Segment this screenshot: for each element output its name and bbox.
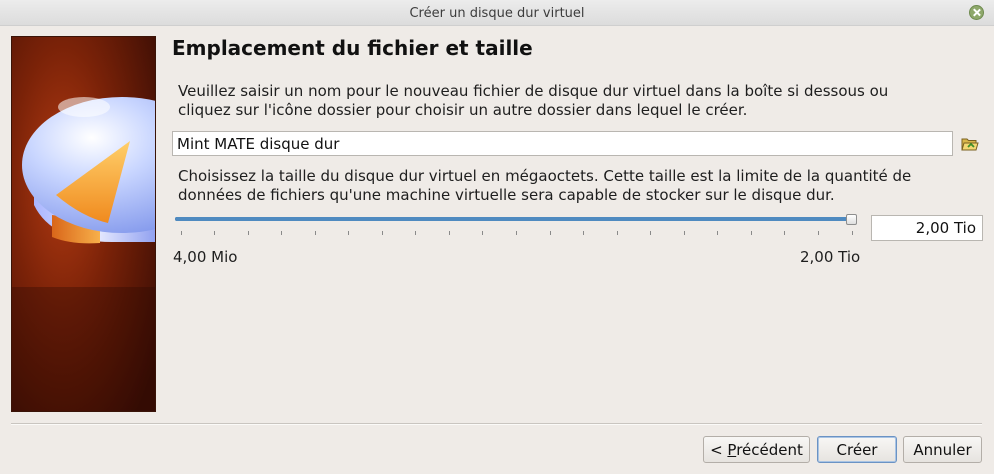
- slider-tick: [214, 231, 216, 235]
- slider-tick: [381, 231, 383, 235]
- slider-tick: [817, 231, 819, 235]
- banner-image: [11, 36, 156, 412]
- size-description-line1: Choisissez la taille du disque dur virtu…: [178, 167, 912, 185]
- folder-open-icon[interactable]: [961, 136, 979, 152]
- size-input[interactable]: [871, 215, 983, 241]
- slider-handle[interactable]: [846, 214, 857, 225]
- size-slider[interactable]: [173, 212, 863, 238]
- slider-tick: [750, 231, 752, 235]
- file-name-input[interactable]: [172, 131, 953, 156]
- slider-tick: [348, 231, 350, 235]
- page-heading: Emplacement du fichier et taille: [172, 36, 533, 60]
- slider-tick: [784, 231, 786, 235]
- slider-tick: [650, 231, 652, 235]
- slider-tick: [482, 231, 484, 235]
- slider-tick: [448, 231, 450, 235]
- size-description-line2: données de fichiers qu'une machine virtu…: [178, 186, 835, 204]
- location-description-line2: cliquez sur l'icône dossier pour choisir…: [178, 101, 748, 119]
- window-title: Créer un disque dur virtuel: [409, 6, 585, 21]
- cancel-button[interactable]: Annuler: [903, 436, 982, 463]
- back-button[interactable]: < Précédent: [703, 436, 810, 463]
- slider-tick: [683, 231, 685, 235]
- slider-tick: [851, 231, 853, 235]
- back-button-prefix: <: [710, 440, 728, 459]
- location-description: Veuillez saisir un nom pour le nouveau f…: [178, 82, 888, 120]
- hard-disk-illustration: [12, 37, 155, 411]
- size-max-label: 2,00 Tio: [800, 248, 861, 266]
- location-description-line1: Veuillez saisir un nom pour le nouveau f…: [178, 82, 889, 100]
- close-icon[interactable]: [969, 5, 984, 20]
- slider-tick: [314, 231, 316, 235]
- slider-fill: [175, 217, 852, 221]
- slider-tick: [717, 231, 719, 235]
- slider-tick: [583, 231, 585, 235]
- back-button-mnemonic: P: [727, 440, 737, 459]
- slider-tick: [247, 231, 249, 235]
- slider-tick: [516, 231, 517, 235]
- slider-tick: [415, 231, 417, 235]
- create-button[interactable]: Créer: [817, 436, 897, 463]
- slider-tick: [180, 231, 182, 235]
- footer-separator: [11, 423, 982, 425]
- back-button-rest: récédent: [736, 440, 803, 459]
- size-min-label: 4,00 Mio: [173, 248, 238, 266]
- slider-tick: [281, 231, 283, 235]
- slider-tick: [616, 231, 618, 235]
- slider-tick: [549, 231, 551, 235]
- title-bar: Créer un disque dur virtuel: [0, 0, 994, 26]
- size-description: Choisissez la taille du disque dur virtu…: [178, 167, 911, 205]
